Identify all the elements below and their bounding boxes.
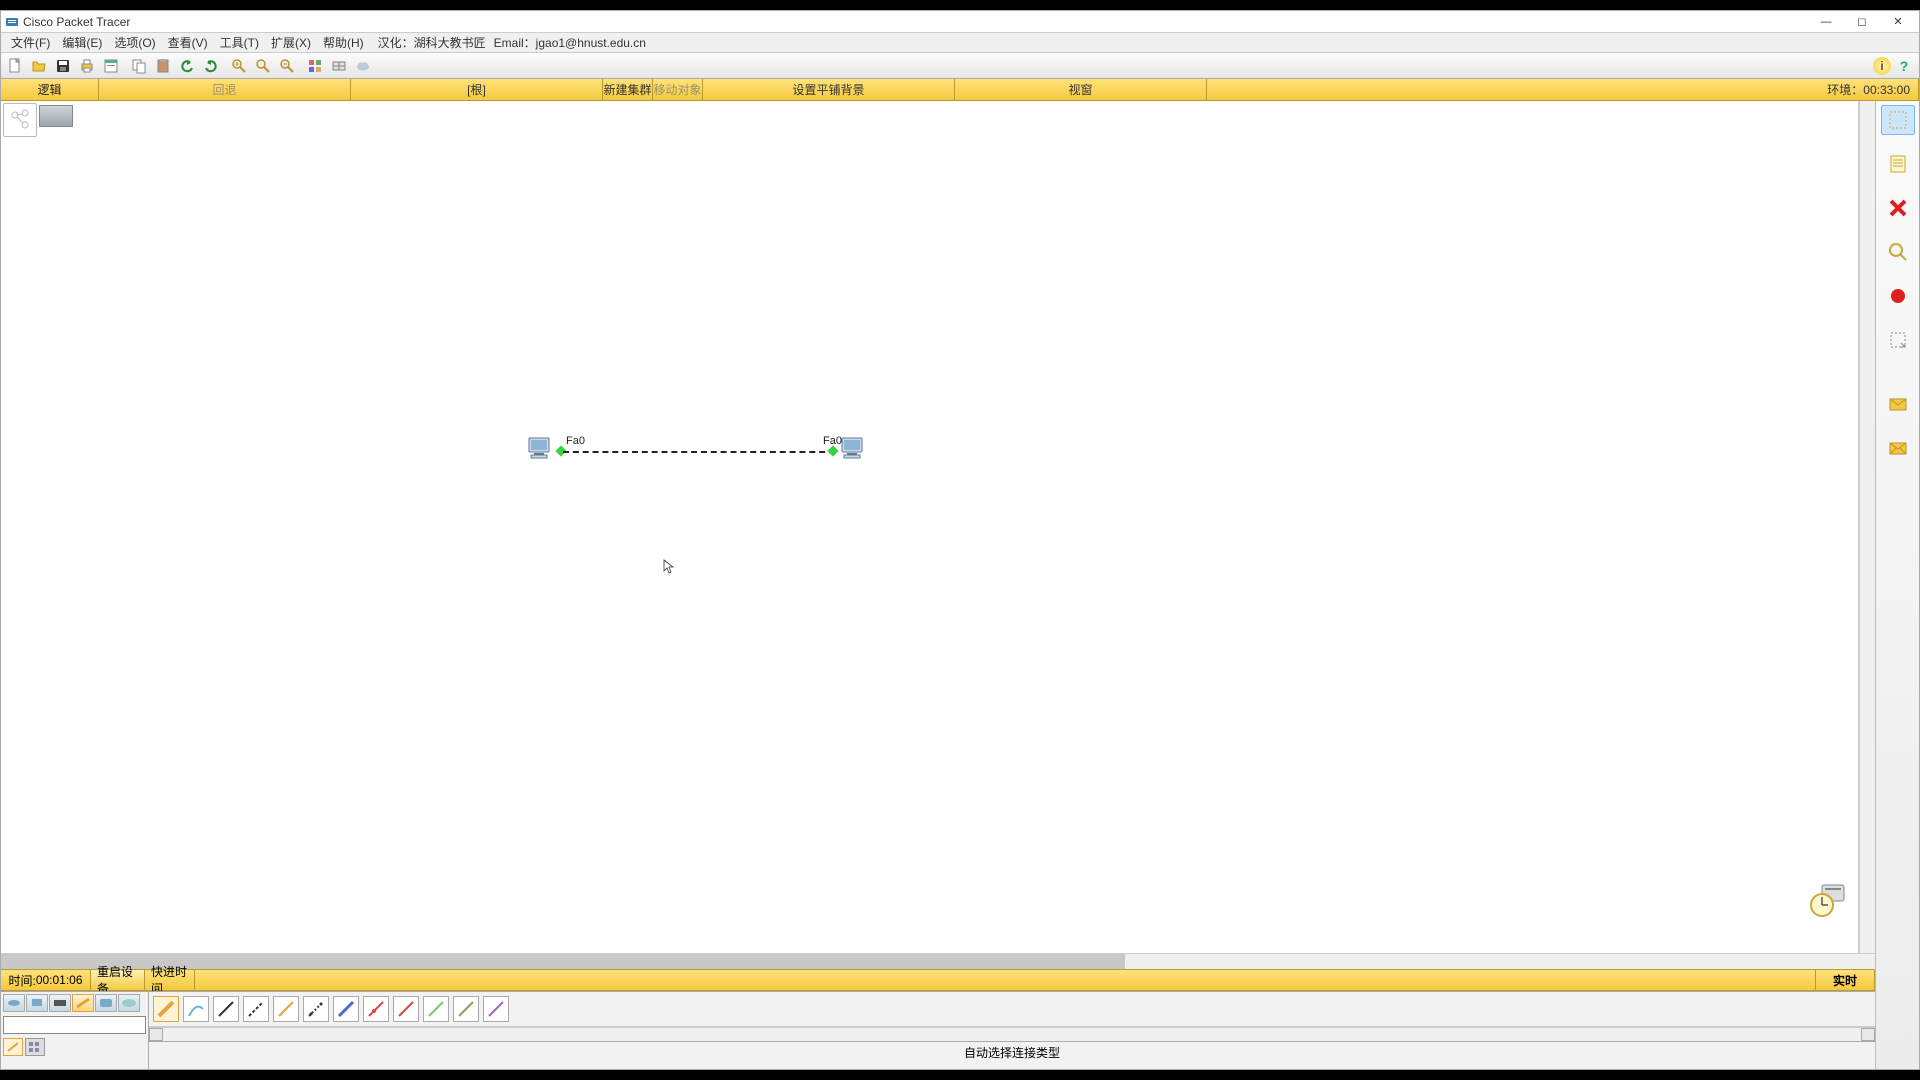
- realtime-mode-button[interactable]: 实时: [1815, 970, 1875, 990]
- vertical-scrollbar[interactable]: [1859, 101, 1875, 953]
- conn-copper-crossover[interactable]: [243, 996, 269, 1022]
- reset-devices-button[interactable]: 重启设备: [91, 970, 145, 990]
- open-file-button[interactable]: [27, 55, 51, 77]
- category-connections[interactable]: [72, 994, 94, 1012]
- workspace-canvas[interactable]: Fa0 Fa0: [1, 101, 1859, 953]
- menu-edit[interactable]: 编辑(E): [56, 34, 108, 51]
- link-status-right: [827, 445, 838, 456]
- print-button[interactable]: [75, 55, 99, 77]
- activity-wizard-button[interactable]: [99, 55, 123, 77]
- conn-iot[interactable]: [453, 996, 479, 1022]
- new-cluster-button[interactable]: 新建集群: [603, 79, 653, 100]
- titlebar: Cisco Packet Tracer — ◻ ✕: [1, 11, 1919, 33]
- palette-button[interactable]: [303, 55, 327, 77]
- device-palette: 自动选择连接类型: [1, 991, 1875, 1069]
- zoom-reset-button[interactable]: [251, 55, 275, 77]
- category-multiuser[interactable]: [118, 994, 140, 1012]
- fast-forward-button[interactable]: 快进时间: [145, 970, 195, 990]
- move-object-button: 移动对象: [653, 79, 703, 100]
- port-label-left: Fa0: [566, 435, 585, 447]
- redo-button[interactable]: [199, 55, 223, 77]
- back-button: 回退: [99, 79, 351, 100]
- menu-file[interactable]: 文件(F): [5, 34, 56, 51]
- status-bar: 自动选择连接类型: [149, 1041, 1875, 1063]
- add-simple-pdu-tool[interactable]: [1881, 389, 1915, 419]
- conn-serial-dce[interactable]: [363, 996, 389, 1022]
- undo-button[interactable]: [175, 55, 199, 77]
- conn-serial-dte[interactable]: [393, 996, 419, 1022]
- physical-view-toggle[interactable]: [3, 103, 37, 137]
- info-icon[interactable]: i: [1873, 57, 1891, 75]
- maximize-button[interactable]: ◻: [1845, 13, 1879, 31]
- add-complex-pdu-tool[interactable]: [1881, 433, 1915, 463]
- draw-tool[interactable]: [1881, 281, 1915, 311]
- navigation-bar: 逻辑 回退 [根] 新建集群 移动对象 设置平铺背景 视窗 环境： 00:33:…: [1, 79, 1919, 101]
- note-tool[interactable]: [1881, 149, 1915, 179]
- conn-auto[interactable]: [153, 996, 179, 1022]
- conn-copper-straight[interactable]: [213, 996, 239, 1022]
- save-button[interactable]: [51, 55, 75, 77]
- cloud-button[interactable]: [351, 55, 375, 77]
- resize-tool[interactable]: [1881, 325, 1915, 355]
- category-network-devices[interactable]: [3, 994, 25, 1012]
- paste-button[interactable]: [151, 55, 175, 77]
- realtime-clock-icon[interactable]: [1810, 881, 1848, 919]
- close-button[interactable]: ✕: [1881, 13, 1915, 31]
- window-title: Cisco Packet Tracer: [23, 15, 1809, 29]
- menu-email: Email：jgao1@hnust.edu.cn: [494, 34, 646, 51]
- logical-view-button[interactable]: 逻辑: [1, 79, 99, 100]
- device-search-input[interactable]: [3, 1016, 146, 1034]
- connection-types-row: [149, 992, 1875, 1027]
- right-tool-panel: [1875, 101, 1919, 1069]
- cursor-icon: [663, 559, 675, 575]
- app-icon: [5, 15, 19, 29]
- custom-devices-button[interactable]: [327, 55, 351, 77]
- conn-fiber[interactable]: [273, 996, 299, 1022]
- conn-phone[interactable]: [303, 996, 329, 1022]
- menu-extensions[interactable]: 扩展(X): [265, 34, 317, 51]
- new-file-button[interactable]: [3, 55, 27, 77]
- connection-link[interactable]: [563, 451, 835, 453]
- set-background-button[interactable]: 设置平铺背景: [703, 79, 955, 100]
- delete-tool[interactable]: [1881, 193, 1915, 223]
- copy-button[interactable]: [127, 55, 151, 77]
- horizontal-scrollbar[interactable]: [1, 953, 1875, 969]
- root-level[interactable]: [根]: [351, 79, 603, 100]
- device-pc-right[interactable]: [839, 436, 867, 460]
- rack-view-toggle[interactable]: [39, 105, 73, 127]
- env-label: 环境：: [1827, 81, 1863, 98]
- category-end-devices[interactable]: [26, 994, 48, 1012]
- device-categories: [1, 992, 149, 1069]
- conn-coaxial[interactable]: [333, 996, 359, 1022]
- menu-help[interactable]: 帮助(H): [317, 34, 370, 51]
- zoom-out-button[interactable]: [275, 55, 299, 77]
- menu-view[interactable]: 查看(V): [162, 34, 214, 51]
- subcategory-connections[interactable]: [3, 1038, 23, 1056]
- env-time: 00:33:00: [1863, 83, 1910, 97]
- menu-translation-credit: 汉化：湖科大教书匠: [378, 34, 486, 51]
- select-tool[interactable]: [1881, 105, 1915, 135]
- device-pc-left[interactable]: [526, 436, 554, 460]
- viewport-button[interactable]: 视窗: [955, 79, 1207, 100]
- minimize-button[interactable]: —: [1809, 13, 1843, 31]
- conn-octal[interactable]: [423, 996, 449, 1022]
- menu-options[interactable]: 选项(O): [108, 34, 161, 51]
- sim-time: 时间:00:01:06: [1, 970, 91, 990]
- subcategory-grid[interactable]: [25, 1038, 45, 1056]
- environment-button[interactable]: 环境： 00:33:00: [1207, 79, 1919, 100]
- inspect-tool[interactable]: [1881, 237, 1915, 267]
- zoom-in-button[interactable]: [227, 55, 251, 77]
- menu-tools[interactable]: 工具(T): [214, 34, 265, 51]
- conn-usb[interactable]: [483, 996, 509, 1022]
- help-icon[interactable]: ?: [1895, 57, 1913, 75]
- menubar: 文件(F) 编辑(E) 选项(O) 查看(V) 工具(T) 扩展(X) 帮助(H…: [1, 33, 1919, 53]
- view-switcher: [3, 103, 81, 139]
- main-toolbar: i ?: [1, 53, 1919, 79]
- palette-scrollbar[interactable]: [149, 1027, 1875, 1041]
- time-bar: 时间:00:01:06 重启设备 快进时间 实时: [1, 969, 1875, 991]
- category-misc[interactable]: [95, 994, 117, 1012]
- category-components[interactable]: [49, 994, 71, 1012]
- conn-console[interactable]: [183, 996, 209, 1022]
